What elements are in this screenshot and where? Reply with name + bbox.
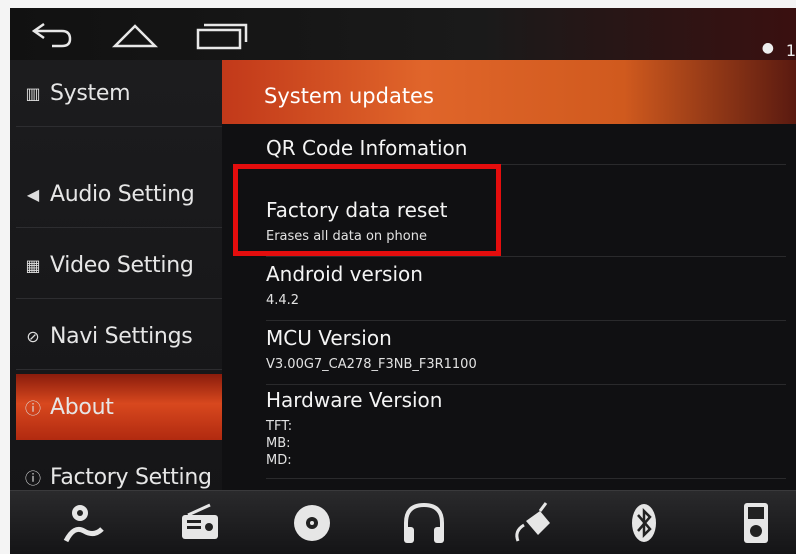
- film-icon: ▦: [25, 255, 41, 275]
- row-title: QR Code Infomation: [266, 136, 468, 160]
- sidebar-item-audio-setting[interactable]: ◀ Audio Setting: [16, 161, 222, 228]
- info-icon: ⓘ: [24, 399, 41, 418]
- sidebar-item-label: Navi Settings: [50, 323, 193, 349]
- steering-link-icon[interactable]: [510, 501, 558, 545]
- row-title: MCU Version: [266, 326, 392, 350]
- sidebar-item-label: Video Setting: [50, 252, 194, 278]
- recent-apps-icon[interactable]: [194, 18, 252, 52]
- headphones-icon[interactable]: [400, 501, 448, 545]
- bluetooth-icon[interactable]: [620, 501, 668, 545]
- list-item-mcu-version: MCU Version V3.00G7_CA278_F3NB_F3R1100: [266, 326, 786, 385]
- list-item-hardware-version: Hardware Version TFT: MB: MD:: [266, 388, 786, 479]
- settings-sidebar: ▥ System ◀ Audio Setting ▦ Video Setting…: [10, 60, 222, 511]
- page-title: System updates: [264, 84, 434, 108]
- top-navigation-bar: ● 1: [10, 8, 796, 60]
- sidebar-item-video-setting[interactable]: ▦ Video Setting: [16, 232, 222, 299]
- row-subtitle: 4.4.2: [266, 293, 300, 308]
- sidebar-item-system[interactable]: ▥ System: [16, 60, 222, 127]
- info-icon: ⓘ: [24, 469, 41, 488]
- list-item-qr-code[interactable]: QR Code Infomation: [266, 124, 786, 165]
- sidebar-item-label: System: [50, 80, 131, 106]
- radio-icon[interactable]: [176, 501, 224, 545]
- hardware-mb-line: MB:: [266, 436, 291, 451]
- list-item-android-version: Android version 4.4.2: [266, 262, 786, 321]
- sidebar-item-label: Audio Setting: [50, 181, 195, 207]
- sidebar-item-label: Factory Setting: [50, 464, 212, 490]
- system-icon: ▥: [25, 83, 41, 103]
- bottom-dock: [10, 490, 796, 554]
- speaker-icon: ◀: [26, 184, 40, 204]
- row-subtitle: TFT: MB: MD:: [266, 418, 786, 469]
- sidebar-item-label: About: [50, 394, 114, 420]
- status-clock: 1: [785, 41, 796, 60]
- system-updates-header[interactable]: System updates: [222, 60, 796, 124]
- compass-icon: ⊘: [26, 326, 40, 346]
- row-subtitle: V3.00G7_CA278_F3NB_F3R1100: [266, 357, 477, 372]
- hardware-tft-line: TFT:: [266, 419, 293, 434]
- back-arrow-icon[interactable]: [26, 18, 76, 52]
- head-unit-screen: ● 1 ▥ System ◀ Audio Setting ▦ Video Set…: [10, 8, 796, 554]
- media-player-icon[interactable]: [732, 501, 780, 545]
- highlight-box: [233, 164, 501, 256]
- sidebar-item-about[interactable]: ⓘ About: [16, 374, 222, 440]
- hardware-md-line: MD:: [266, 453, 292, 468]
- row-title: Hardware Version: [266, 388, 443, 412]
- home-icon[interactable]: [110, 18, 160, 52]
- navigation-icon[interactable]: [60, 501, 108, 545]
- row-title: Android version: [266, 262, 423, 286]
- location-pin-icon: ●: [761, 40, 774, 56]
- about-panel: System updates QR Code Infomation Factor…: [222, 60, 796, 500]
- sidebar-item-navi-settings[interactable]: ⊘ Navi Settings: [16, 303, 222, 370]
- disc-icon[interactable]: [288, 501, 336, 545]
